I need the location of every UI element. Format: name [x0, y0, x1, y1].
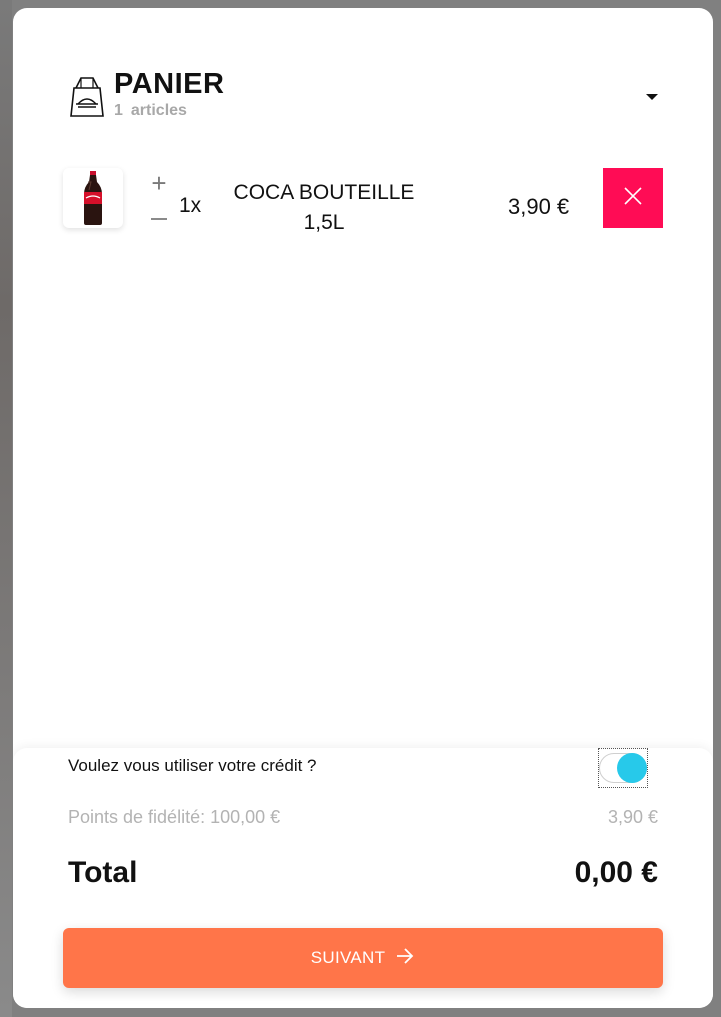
increase-quantity-button[interactable]: +	[147, 170, 171, 196]
loyalty-points-label: Points de fidélité: 100,00 €	[68, 807, 281, 827]
item-price: 3,90 €	[508, 194, 570, 219]
total-label: Total	[68, 856, 138, 889]
cart-footer: Voulez vous utiliser votre crédit ? Poin…	[13, 748, 713, 1008]
cart-item-row: + 1x COCA BOUTEILLE 1,5L 3,90 €	[63, 168, 663, 236]
shopping-bag-icon	[68, 76, 106, 118]
caret-down-icon	[646, 94, 658, 100]
item-name: COCA BOUTEILLE 1,5L	[233, 181, 415, 234]
collapse-cart-button[interactable]	[644, 90, 660, 104]
item-count-suffix: articles	[130, 102, 187, 119]
next-button-label: SUIVANT	[310, 948, 386, 967]
toggle-knob	[617, 753, 647, 783]
backdrop	[0, 0, 12, 1017]
total-value: 0,00 €	[574, 856, 658, 889]
cart-title: PANIER	[114, 68, 225, 100]
loyalty-points-value: 3,90 €	[607, 807, 658, 827]
next-button[interactable]: SUIVANT	[63, 928, 663, 988]
credit-toggle[interactable]	[598, 748, 648, 788]
decrease-quantity-button[interactable]	[147, 206, 171, 230]
remove-item-button[interactable]	[603, 168, 663, 228]
item-count-number: 1	[114, 102, 123, 119]
product-image	[63, 168, 123, 228]
arrow-right-icon	[395, 947, 415, 970]
credit-question: Voulez vous utiliser votre crédit ?	[68, 756, 317, 775]
close-icon	[623, 186, 643, 211]
cart-header: PANIER 1 articles	[68, 68, 668, 132]
cart-panel: PANIER 1 articles + 1x COCA BOUTEILLE 1,5…	[13, 8, 713, 1008]
item-count: 1 articles	[114, 102, 187, 120]
toggle-track	[599, 753, 647, 783]
item-quantity: 1x	[179, 194, 202, 217]
